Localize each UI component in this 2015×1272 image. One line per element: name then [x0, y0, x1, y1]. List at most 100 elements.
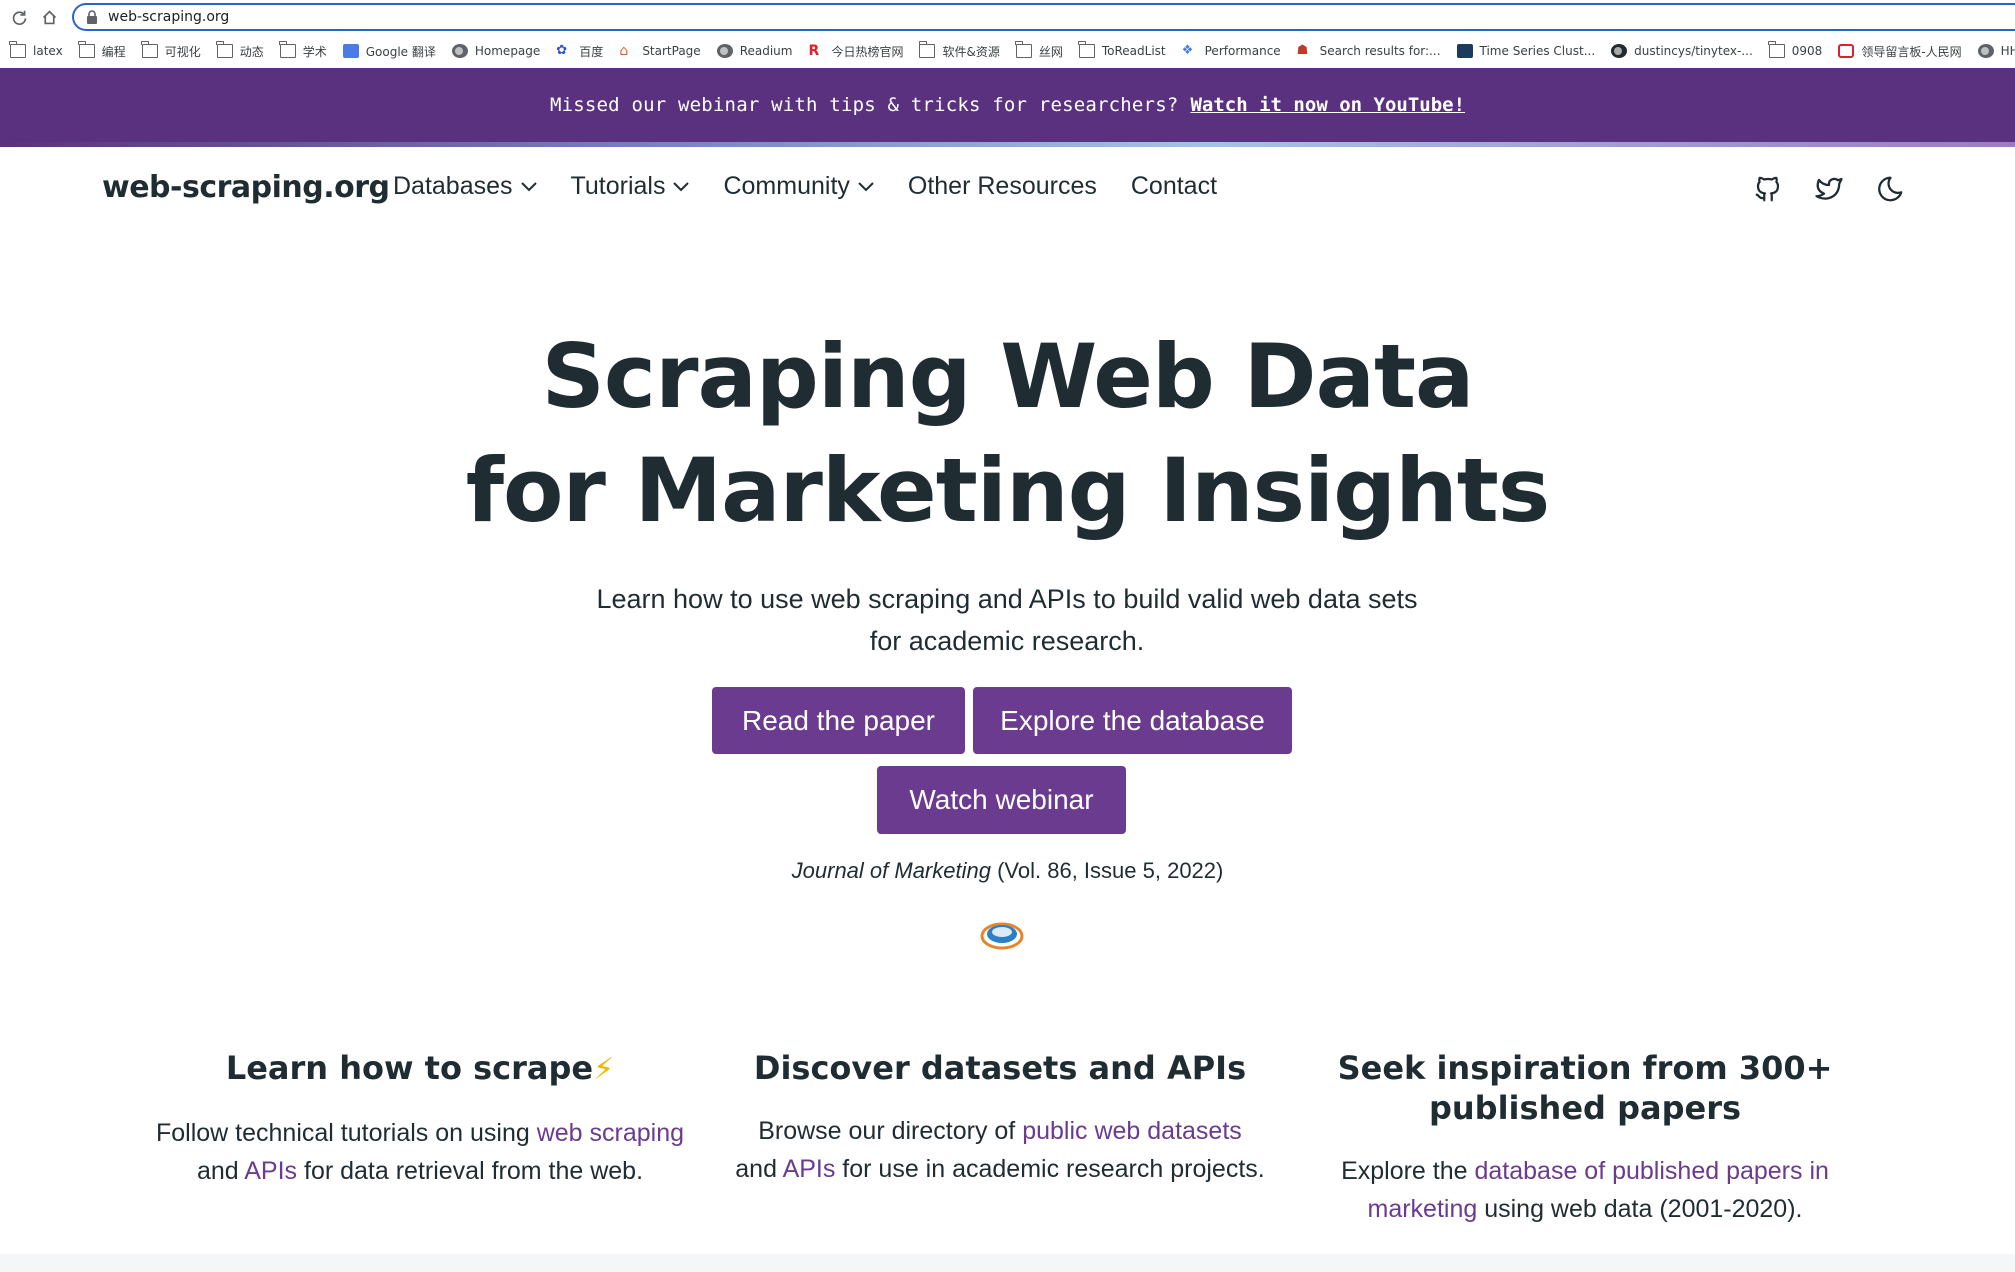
- bookmark-time-series[interactable]: Time Series Clust...: [1456, 40, 1596, 62]
- bookmark-label: ToReadList: [1101, 44, 1166, 58]
- dark-mode-icon[interactable]: [1875, 174, 1905, 204]
- folder-icon: [1078, 41, 1095, 58]
- chevron-down-icon: [520, 181, 537, 191]
- bookmark-label: 软件&资源: [942, 44, 1000, 59]
- folder-icon: [918, 41, 936, 58]
- bookmark-label: 0908: [1791, 44, 1823, 58]
- feature-text-part: Follow technical tutorials on using: [155, 1119, 537, 1147]
- folder-icon: [141, 41, 158, 58]
- nav-other-resources[interactable]: Other Resources: [908, 172, 1097, 201]
- search-results-icon: ☗: [1296, 43, 1309, 58]
- r-icon: R: [808, 43, 820, 59]
- hero-title-line1: Scraping Web Data: [541, 325, 1475, 428]
- hero-subtitle: Learn how to use web scraping and APIs t…: [557, 578, 1457, 662]
- twitter-icon[interactable]: [1814, 174, 1844, 204]
- browser-toolbar: web-scraping.org: [0, 0, 2015, 34]
- tds-icon: [1456, 44, 1473, 58]
- bookmark-tinytex[interactable]: dustincys/tinytex-...: [1611, 40, 1753, 62]
- journal-citation: Journal of Marketing (Vol. 86, Issue 5, …: [0, 858, 2015, 884]
- bookmark-label: HHKE: [2000, 44, 2015, 58]
- bookmark-label: Time Series Clust...: [1479, 44, 1596, 58]
- folder-icon: [1015, 41, 1032, 58]
- bookmark-performance[interactable]: ❖ Performance: [1182, 40, 1281, 62]
- nav-community[interactable]: Community: [723, 172, 874, 201]
- bookmark-tophub[interactable]: R 今日热榜官网: [808, 40, 903, 62]
- hero-title-line2: for Marketing Insights: [465, 439, 1550, 542]
- nav-tutorials[interactable]: Tutorials: [571, 172, 690, 201]
- bookmark-label: 领导留言板-人民网: [1861, 44, 1962, 59]
- web-scraping-link[interactable]: web scraping: [537, 1119, 684, 1147]
- feature-text-part: and: [735, 1155, 783, 1183]
- folder-icon: [216, 41, 233, 58]
- nav-databases[interactable]: Databases: [393, 172, 537, 201]
- bookmark-baidu[interactable]: ✿ 百度: [556, 40, 603, 62]
- bookmark-label: 今日热榜官网: [831, 44, 904, 59]
- bookmark-google-translate[interactable]: Google 翻译: [342, 40, 436, 62]
- home-icon[interactable]: [38, 6, 60, 28]
- bookmark-0908[interactable]: 0908: [1768, 40, 1823, 62]
- bookmark-people[interactable]: 领导留言板-人民网: [1838, 40, 1962, 62]
- feature-title: Discover datasets and APIs: [753, 1049, 1247, 1087]
- bookmark-label: 动态: [239, 44, 264, 59]
- bookmark-software[interactable]: 软件&资源: [918, 40, 1000, 62]
- public-datasets-link[interactable]: public web datasets: [1022, 1117, 1242, 1145]
- feature-text: Follow technical tutorials on using web …: [140, 1114, 700, 1190]
- reload-icon[interactable]: [8, 6, 30, 28]
- performance-icon: ❖: [1181, 43, 1194, 58]
- nav-label: Contact: [1130, 172, 1218, 200]
- folder-icon: [279, 41, 296, 58]
- bookmark-homepage[interactable]: Homepage: [451, 40, 541, 62]
- folder-icon: [9, 41, 26, 58]
- read-paper-button[interactable]: Read the paper: [712, 687, 965, 754]
- chevron-down-icon: [858, 181, 874, 191]
- hero-subtitle-line2: for academic research.: [869, 626, 1145, 656]
- bookmark-programming[interactable]: 编程: [78, 40, 126, 62]
- bookmark-visualization[interactable]: 可视化: [141, 40, 201, 62]
- globe-icon: [1977, 44, 1994, 58]
- feature-text-part: for use in academic research projects.: [835, 1155, 1265, 1183]
- bookmark-label: 百度: [579, 44, 604, 59]
- apis-link[interactable]: APIs: [783, 1155, 836, 1183]
- feature-title: Learn how to scrape⚡: [140, 1048, 700, 1090]
- home-icon: ⌂: [619, 43, 629, 59]
- bookmark-search-results[interactable]: ☗ Search results for:...: [1297, 40, 1441, 62]
- feature-text-part: for data retrieval from the web.: [297, 1157, 644, 1185]
- announcement-banner: Missed our webinar with tips & tricks fo…: [0, 68, 2015, 142]
- apis-link[interactable]: APIs: [244, 1157, 297, 1185]
- nav-label: Tutorials: [570, 172, 666, 200]
- bookmark-label: latex: [33, 44, 63, 58]
- nav-label: Databases: [393, 172, 513, 200]
- nav-label: Other Resources: [907, 172, 1097, 200]
- bookmark-silk[interactable]: 丝网: [1015, 40, 1063, 62]
- url-bar[interactable]: web-scraping.org: [72, 3, 2015, 31]
- youtube-link[interactable]: Watch it now on YouTube!: [1190, 94, 1465, 116]
- explore-database-button[interactable]: Explore the database: [973, 687, 1292, 754]
- folder-icon: [78, 41, 95, 58]
- watch-webinar-button[interactable]: Watch webinar: [877, 766, 1126, 834]
- feature-text-part: and: [196, 1157, 245, 1185]
- feature-title-text: Learn how to scrape: [225, 1049, 594, 1087]
- bookmark-dynamics[interactable]: 动态: [216, 40, 264, 62]
- bookmark-label: Homepage: [474, 44, 541, 58]
- chevron-down-icon: [673, 181, 690, 191]
- feature-learn: Learn how to scrape⚡ Follow technical tu…: [140, 1048, 700, 1190]
- bookmark-startpage[interactable]: ⌂ StartPage: [619, 40, 700, 62]
- baidu-icon: ✿: [556, 43, 568, 58]
- bookmark-latex[interactable]: latex: [9, 40, 63, 62]
- hero-title: Scraping Web Data for Marketing Insights: [0, 320, 2015, 548]
- globe-icon: [451, 44, 468, 58]
- nav-contact[interactable]: Contact: [1131, 172, 1217, 201]
- bookmark-hhke[interactable]: HHKE: [1977, 40, 2015, 62]
- github-icon[interactable]: [1753, 174, 1783, 204]
- bookmark-toreadlist[interactable]: ToReadList: [1078, 40, 1166, 62]
- bookmark-label: Google 翻译: [365, 44, 436, 59]
- site-logo[interactable]: web-scraping.org: [102, 170, 390, 205]
- feature-title: Seek inspiration from 300+ published pape…: [1300, 1048, 1870, 1128]
- bookmark-academic[interactable]: 学术: [279, 40, 327, 62]
- journal-logo-icon[interactable]: [979, 918, 1025, 954]
- bookmark-readium[interactable]: Readium: [716, 40, 792, 62]
- feature-title-line1: Seek inspiration from 300+: [1337, 1049, 1833, 1087]
- globe-icon: [716, 44, 733, 58]
- bookmarks-bar: latex 编程 可视化 动态 学术 Google 翻译 Homepage ✿ 百…: [0, 38, 2015, 64]
- site-header: web-scraping.org Databases Tutorials Com…: [0, 160, 2015, 222]
